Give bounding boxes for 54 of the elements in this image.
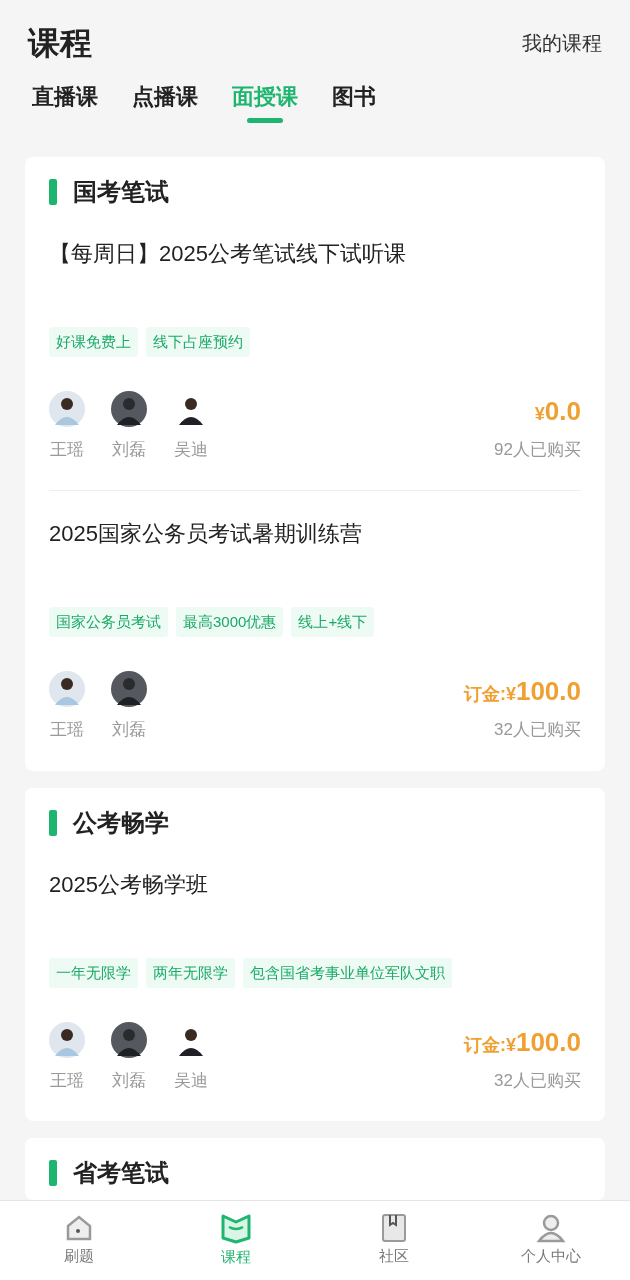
course-title: 【每周日】2025公考笔试线下试听课 xyxy=(49,239,407,268)
section-title: 国考笔试 xyxy=(73,176,169,207)
course-item[interactable]: 2025国家公务员考试暑期训练营 国家公务员考试 最高3000优惠 线上+线下 王瑶 刘磊 订金:¥100.0 32人已购买 xyxy=(49,490,581,771)
price: 100.0 xyxy=(515,1025,581,1059)
avatar xyxy=(111,671,147,707)
section-title: 省考笔试 xyxy=(73,1158,169,1188)
avatar xyxy=(49,671,85,707)
sold-count: 32人已购买 xyxy=(494,1069,581,1092)
page-title: 课程 xyxy=(28,23,92,63)
sold-count: 92人已购买 xyxy=(494,438,581,461)
tab[interactable]: 直播课 xyxy=(32,77,98,138)
tag: 线下占座预约 xyxy=(146,326,250,357)
teacher-name: 吴迪 xyxy=(174,438,208,461)
tag: 国家公务员考试 xyxy=(49,607,168,637)
avatar xyxy=(49,390,85,427)
teacher-name: 刘磊 xyxy=(112,1069,146,1092)
teacher-name: 刘磊 xyxy=(112,438,146,461)
price-prefix: 订金:¥ xyxy=(463,684,516,706)
course-title: 2025国家公务员考试暑期训练营 xyxy=(49,520,363,548)
tab[interactable]: 点播课 xyxy=(132,77,198,138)
tab[interactable]: 图书 xyxy=(332,77,376,138)
section-title: 公考畅学 xyxy=(73,807,169,838)
accent-bar xyxy=(49,809,57,836)
teacher-name: 王瑶 xyxy=(50,719,84,741)
tag: 包含国省考事业单位军队文职 xyxy=(243,957,452,988)
person-icon xyxy=(536,1213,567,1244)
teacher-name: 吴迪 xyxy=(174,1069,208,1092)
price: 0.0 xyxy=(544,394,581,428)
price-prefix: 订金:¥ xyxy=(463,1034,516,1057)
course-item[interactable]: 【每周日】2025公考笔试线下试听课 好课免费上 线下占座预约 王瑶 刘磊 吴迪 ¥0.0 92人已购买 xyxy=(49,218,581,490)
avatar xyxy=(111,390,147,427)
nav-tab[interactable]: 刷题 xyxy=(0,1201,158,1280)
avatar xyxy=(49,1021,85,1058)
sold-count: 32人已购买 xyxy=(494,719,581,741)
tag: 好课免费上 xyxy=(49,326,138,357)
accent-bar xyxy=(49,1160,57,1186)
price: 100.0 xyxy=(515,675,581,708)
course-item[interactable]: 2025公考畅学班 一年无限学 两年无限学 包含国省考事业单位军队文职 王瑶 刘磊 吴迪 订金:¥100.0 32人已购买 xyxy=(49,849,581,1121)
my-courses-link[interactable]: 我的课程 xyxy=(522,27,602,58)
price-prefix: ¥ xyxy=(534,403,545,426)
tag: 一年无限学 xyxy=(49,957,138,988)
teacher-name: 王瑶 xyxy=(50,1069,84,1092)
tag: 最高3000优惠 xyxy=(176,607,284,637)
avatar xyxy=(111,1021,147,1058)
nav-tab[interactable]: 社区 xyxy=(315,1201,473,1280)
course-title: 2025公考畅学班 xyxy=(49,870,209,899)
tag: 两年无限学 xyxy=(146,957,235,988)
teacher-name: 王瑶 xyxy=(50,438,84,461)
nav-tab[interactable]: 个人中心 xyxy=(472,1201,630,1280)
book-icon xyxy=(220,1212,253,1245)
book-icon xyxy=(379,1213,408,1244)
accent-bar xyxy=(49,178,57,205)
teacher-name: 刘磊 xyxy=(112,719,146,741)
tag: 线上+线下 xyxy=(291,607,375,637)
